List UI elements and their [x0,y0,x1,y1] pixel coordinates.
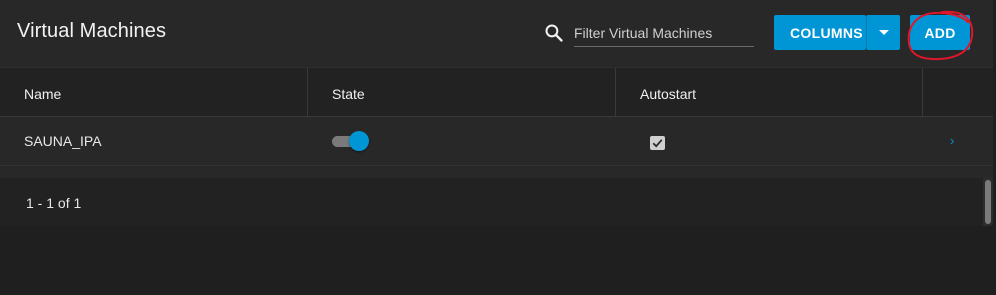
table-footer: 1 - 1 of 1 [0,178,993,226]
checkmark-icon [652,139,663,148]
columns-button-label: COLUMNS [790,24,863,41]
scrollbar-thumb[interactable] [985,180,991,224]
column-header-actions [923,68,993,117]
autostart-checkbox[interactable] [650,136,665,150]
state-toggle[interactable] [332,131,370,151]
table-spacer [0,166,993,178]
pagination-range: 1 - 1 of 1 [26,195,82,211]
columns-dropdown-button[interactable] [866,15,900,50]
table-header: Name State Autostart [0,67,993,117]
column-header-state[interactable]: State [308,68,616,117]
vm-name-cell: SAUNA_IPA [24,133,102,149]
card-header: Virtual Machines COLUMNS ADD [0,0,993,67]
columns-button[interactable]: COLUMNS [774,15,866,50]
column-header-name[interactable]: Name [0,68,308,117]
add-button[interactable]: ADD [910,15,970,50]
page-title: Virtual Machines [17,20,167,42]
toggle-thumb [349,131,369,151]
scrollbar[interactable] [983,178,993,226]
virtual-machines-card: Virtual Machines COLUMNS ADD Name State … [0,0,993,226]
column-header-autostart[interactable]: Autostart [616,68,923,117]
add-button-label: ADD [924,24,956,41]
chevron-right-icon[interactable]: › [950,133,954,148]
search-input[interactable] [574,20,754,47]
table-row[interactable]: SAUNA_IPA › [0,117,993,166]
caret-down-icon [878,30,889,35]
search-icon [545,24,563,42]
